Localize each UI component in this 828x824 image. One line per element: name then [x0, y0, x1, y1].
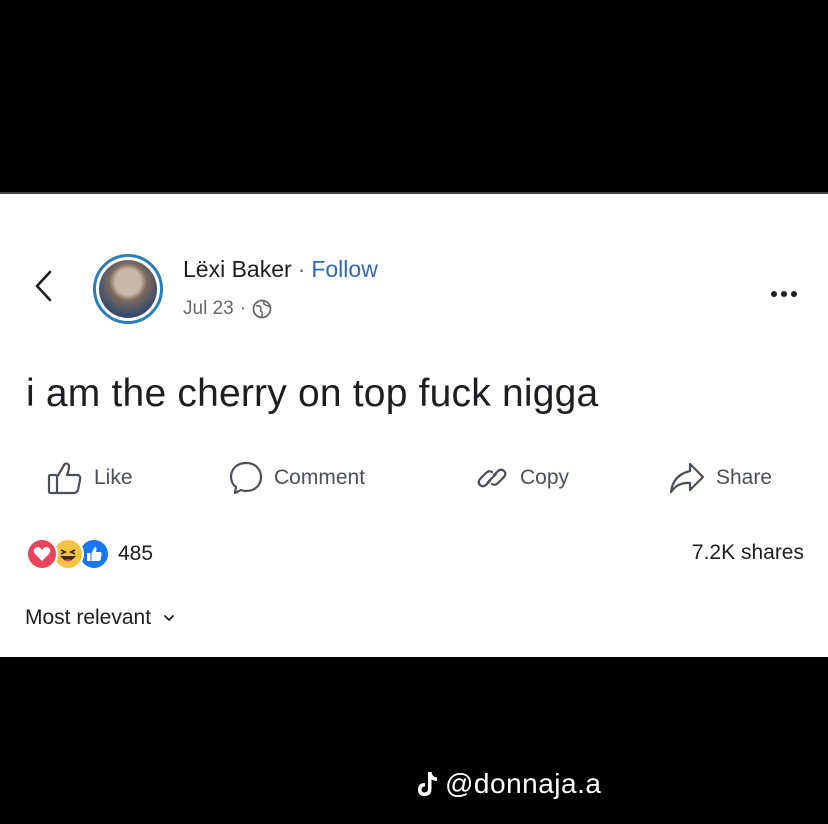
comment-bubble-icon: [229, 461, 263, 495]
copy-label: Copy: [520, 466, 570, 489]
post-meta: Jul 23 ·: [183, 298, 272, 320]
reaction-summary[interactable]: 485: [26, 538, 153, 570]
chevron-down-icon: [164, 615, 174, 621]
date-separator: ·: [239, 298, 247, 319]
thumbs-up-icon: [47, 462, 82, 495]
post-card: Lëxi Baker · Follow Jul 23 · i am the ch…: [0, 192, 828, 657]
comment-sort-dropdown[interactable]: Most relevant: [25, 606, 175, 630]
tiktok-watermark: @donnaja.a: [415, 768, 601, 800]
watermark-handle: @donnaja.a: [445, 768, 602, 799]
link-icon: [477, 468, 507, 488]
like-label: Like: [94, 466, 133, 489]
tiktok-icon: [418, 772, 437, 796]
sort-label: Most relevant: [25, 606, 152, 629]
more-dot-icon: [791, 291, 797, 297]
share-arrow-icon: [669, 462, 705, 494]
like-button[interactable]: Like: [46, 456, 133, 500]
comment-button[interactable]: Comment: [228, 456, 365, 500]
love-reaction-icon: [26, 538, 58, 570]
shares-count[interactable]: 7.2K shares: [692, 541, 804, 565]
avatar[interactable]: [93, 254, 163, 324]
more-dot-icon: [781, 291, 787, 297]
globe-icon: [252, 299, 272, 319]
avatar-image: [99, 260, 157, 318]
share-label: Share: [716, 466, 773, 489]
author-row: Lëxi Baker · Follow: [183, 256, 378, 283]
separator-dot: ·: [297, 256, 306, 282]
comment-label: Comment: [274, 466, 366, 489]
more-options-button[interactable]: [764, 284, 804, 304]
back-button[interactable]: [30, 268, 58, 304]
reaction-count[interactable]: 485: [118, 542, 153, 566]
post-date[interactable]: Jul 23: [183, 298, 234, 320]
follow-link[interactable]: Follow: [311, 256, 377, 283]
chevron-left-icon: [35, 270, 52, 302]
copy-button[interactable]: Copy: [474, 456, 569, 500]
post-text: i am the cherry on top fuck nigga: [26, 372, 599, 415]
more-dot-icon: [771, 291, 777, 297]
author-name[interactable]: Lëxi Baker: [183, 256, 292, 283]
share-button[interactable]: Share: [668, 456, 772, 500]
